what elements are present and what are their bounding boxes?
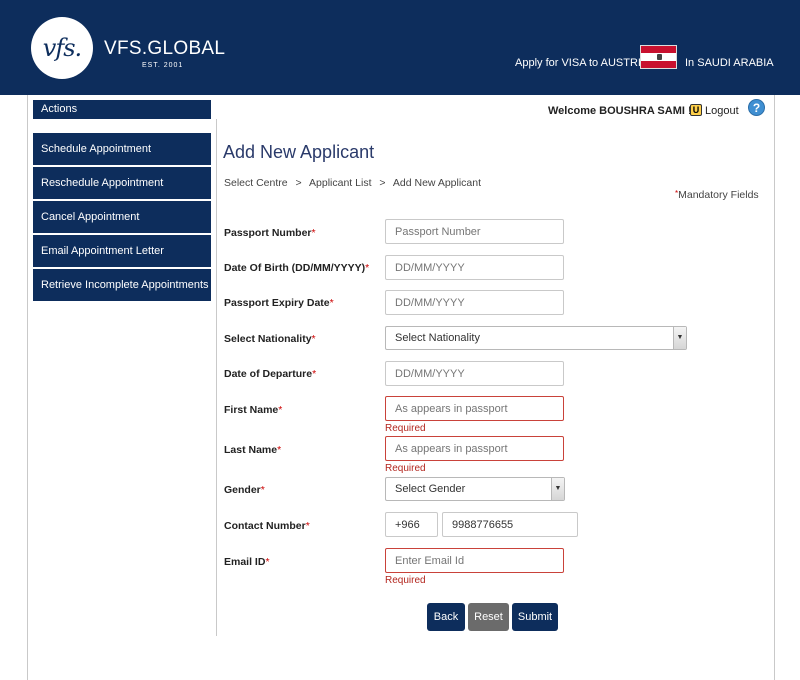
passport-number-label: Passport Number* — [224, 227, 316, 239]
email-input[interactable] — [385, 548, 564, 573]
nationality-label-text: Select Nationality — [224, 333, 312, 345]
departure-label: Date of Departure* — [224, 368, 316, 380]
email-error: Required — [385, 575, 426, 586]
chevron-down-icon[interactable]: ▼ — [551, 478, 564, 500]
first-name-input[interactable] — [385, 396, 564, 421]
passport-expiry-input[interactable] — [385, 290, 564, 315]
dob-input[interactable] — [385, 255, 564, 280]
sidebar-item-cancel-appointment[interactable]: Cancel Appointment — [33, 201, 211, 233]
austria-flag-icon — [640, 45, 677, 69]
sidebar-item-reschedule-appointment[interactable]: Reschedule Appointment — [33, 167, 211, 199]
sidebar-divider — [216, 119, 217, 636]
first-name-label-text: First Name — [224, 404, 279, 416]
required-asterisk: * — [278, 404, 283, 416]
country-code-input[interactable] — [385, 512, 438, 537]
required-asterisk: * — [265, 556, 270, 568]
reset-button[interactable]: Reset — [468, 603, 509, 631]
country-text: In SAUDI ARABIA — [685, 57, 774, 69]
contact-number-input[interactable] — [442, 512, 578, 537]
passport-expiry-label-text: Passport Expiry Date — [224, 297, 330, 309]
departure-date-input[interactable] — [385, 361, 564, 386]
required-asterisk: * — [312, 368, 317, 380]
departure-label-text: Date of Departure — [224, 368, 313, 380]
breadcrumb-select-centre[interactable]: Select Centre — [224, 177, 288, 189]
contact-number-label: Contact Number* — [224, 520, 310, 532]
apply-visa-text: Apply for VISA to AUSTRIA — [515, 57, 649, 69]
required-asterisk: * — [311, 227, 316, 239]
required-asterisk: * — [305, 520, 310, 532]
contact-number-label-text: Contact Number — [224, 520, 306, 532]
flag-stripe-middle — [641, 53, 676, 61]
required-asterisk: * — [329, 297, 334, 309]
dob-label: Date Of Birth (DD/MM/YYYY)* — [224, 262, 369, 274]
flag-stripe-top — [641, 46, 676, 54]
breadcrumb-separator: > — [379, 177, 386, 189]
required-asterisk: * — [277, 444, 282, 456]
actions-title: Actions — [33, 100, 211, 119]
required-asterisk: * — [260, 484, 265, 496]
mandatory-text: Mandatory Fields — [678, 189, 759, 201]
passport-number-label-text: Passport Number — [224, 227, 312, 239]
logo-mark: vfs. — [42, 34, 82, 62]
gender-label-text: Gender — [224, 484, 261, 496]
brand-established: EST. 2001 — [142, 62, 184, 69]
logout-icon[interactable]: U — [690, 104, 702, 116]
email-label-text: Email ID — [224, 556, 266, 568]
passport-expiry-label: Passport Expiry Date* — [224, 297, 334, 309]
breadcrumb-separator: > — [295, 177, 302, 189]
last-name-input[interactable] — [385, 436, 564, 461]
dob-label-text: Date Of Birth (DD/MM/YYYY) — [224, 262, 366, 274]
required-asterisk: * — [365, 262, 370, 274]
sidebar-item-retrieve-incomplete[interactable]: Retrieve Incomplete Appointments — [33, 269, 211, 301]
submit-button[interactable]: Submit — [512, 603, 558, 631]
gender-select-value: Select Gender — [395, 483, 466, 495]
page-title: Add New Applicant — [223, 142, 375, 162]
sidebar-item-email-appointment-letter[interactable]: Email Appointment Letter — [33, 235, 211, 267]
last-name-label: Last Name* — [224, 444, 281, 456]
nationality-select[interactable]: Select Nationality ▼ — [385, 326, 687, 350]
first-name-label: First Name* — [224, 404, 282, 416]
main-container: Actions Schedule Appointment Reschedule … — [27, 95, 775, 680]
back-button[interactable]: Back — [427, 603, 465, 631]
last-name-label-text: Last Name — [224, 444, 278, 456]
gender-select[interactable]: Select Gender ▼ — [385, 477, 565, 501]
nationality-label: Select Nationality* — [224, 333, 316, 345]
site-header: vfs. VFS.GLOBAL EST. 2001 Apply for VISA… — [0, 0, 800, 95]
breadcrumb-add-new-applicant: Add New Applicant — [392, 177, 482, 189]
vfs-logo[interactable]: vfs. — [31, 17, 93, 79]
brand-name: VFS.GLOBAL — [104, 38, 226, 59]
chevron-down-icon[interactable]: ▼ — [673, 327, 686, 349]
required-asterisk: * — [311, 333, 316, 345]
gender-label: Gender* — [224, 484, 265, 496]
logout-link[interactable]: Logout — [705, 105, 739, 117]
sidebar-item-schedule-appointment[interactable]: Schedule Appointment — [33, 133, 211, 165]
flag-stripe-bottom — [641, 60, 676, 68]
first-name-error: Required — [385, 423, 426, 434]
flag-emblem-icon — [657, 54, 662, 61]
sidebar-menu: Schedule Appointment Reschedule Appointm… — [33, 133, 211, 303]
help-icon[interactable]: ? — [748, 99, 765, 116]
passport-number-input[interactable] — [385, 219, 564, 244]
breadcrumb: Select Centre > Applicant List > Add New… — [224, 177, 486, 189]
nationality-select-value: Select Nationality — [395, 332, 480, 344]
email-label: Email ID* — [224, 556, 270, 568]
welcome-message: Welcome BOUSHRA SAMI ! — [548, 105, 692, 117]
mandatory-fields-note: *Mandatory Fields — [675, 189, 759, 201]
last-name-error: Required — [385, 463, 426, 474]
breadcrumb-applicant-list[interactable]: Applicant List — [309, 177, 371, 189]
